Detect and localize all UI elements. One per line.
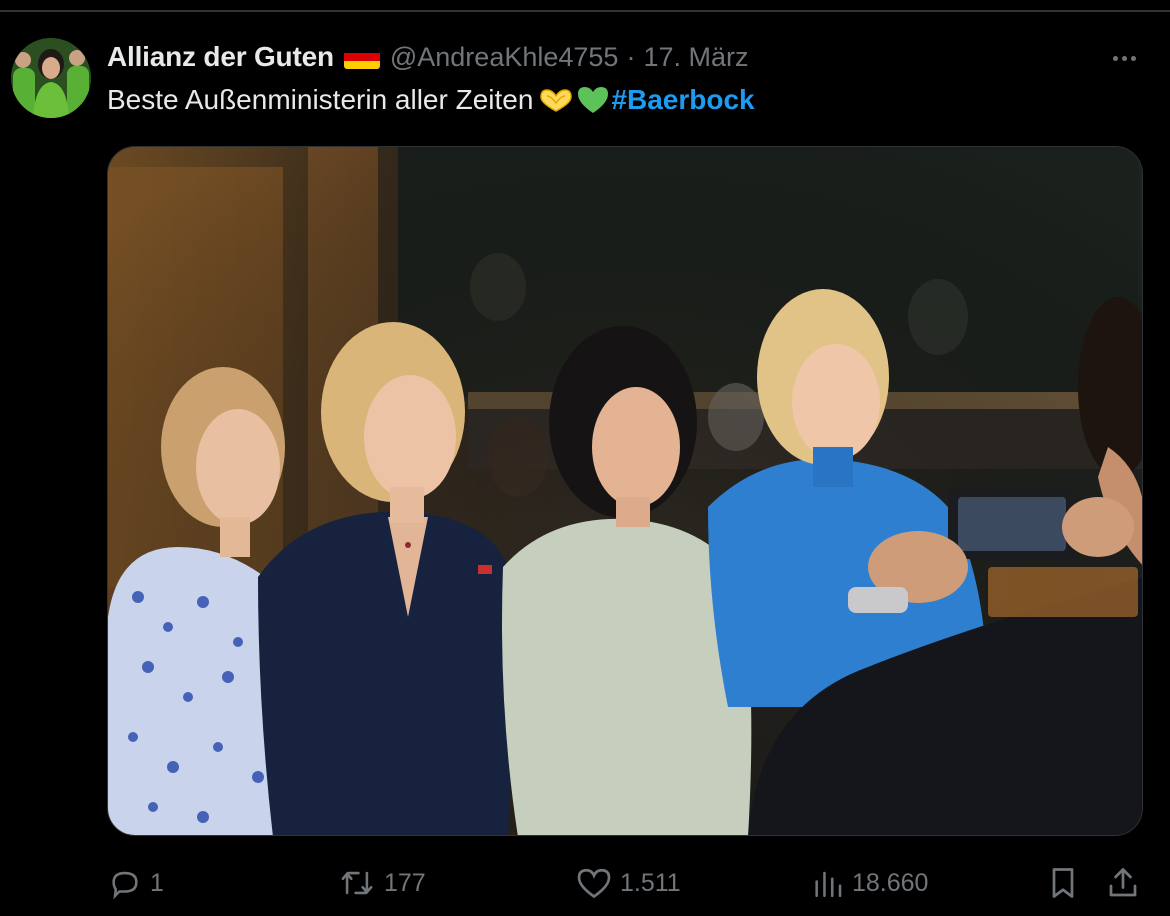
reply-icon xyxy=(108,866,142,900)
views-button[interactable]: 18.660 xyxy=(812,858,928,908)
reply-button[interactable]: 1 xyxy=(108,858,164,908)
share-button[interactable] xyxy=(1106,858,1140,908)
retweet-count: 177 xyxy=(384,868,426,897)
top-divider xyxy=(0,10,1170,12)
tweet-photo[interactable] xyxy=(107,146,1143,836)
reply-count: 1 xyxy=(150,868,164,897)
tweet-header: Allianz der Guten @AndreaKhle4755 · 17. … xyxy=(107,40,748,74)
bookmark-button[interactable] xyxy=(1046,858,1080,908)
bookmark-icon xyxy=(1046,865,1080,901)
tweet-body: Beste Außenministerin aller Zeiten xyxy=(107,84,534,115)
like-count: 1.511 xyxy=(620,868,681,897)
tweet-text: Beste Außenministerin aller Zeiten #Baer… xyxy=(107,82,755,118)
more-icon[interactable] xyxy=(1108,44,1140,72)
views-icon xyxy=(812,866,844,900)
retweet-icon xyxy=(338,866,376,900)
retweet-button[interactable]: 177 xyxy=(338,858,426,908)
heart-hands-emoji-icon xyxy=(539,87,573,113)
like-button[interactable]: 1.511 xyxy=(576,858,681,908)
tweet-date[interactable]: 17. März xyxy=(643,42,748,73)
share-icon xyxy=(1106,865,1140,901)
green-heart-emoji-icon xyxy=(577,86,609,114)
avatar[interactable] xyxy=(11,38,91,118)
views-count: 18.660 xyxy=(852,868,929,897)
header-separator: · xyxy=(626,41,636,72)
germany-flag-icon xyxy=(343,45,380,69)
action-bar: 1 177 1.511 18.660 xyxy=(0,858,1170,908)
display-name[interactable]: Allianz der Guten xyxy=(107,41,334,73)
like-icon xyxy=(576,866,612,900)
hashtag-link[interactable]: #Baerbock xyxy=(611,84,754,116)
user-handle[interactable]: @AndreaKhle4755 xyxy=(390,42,619,73)
